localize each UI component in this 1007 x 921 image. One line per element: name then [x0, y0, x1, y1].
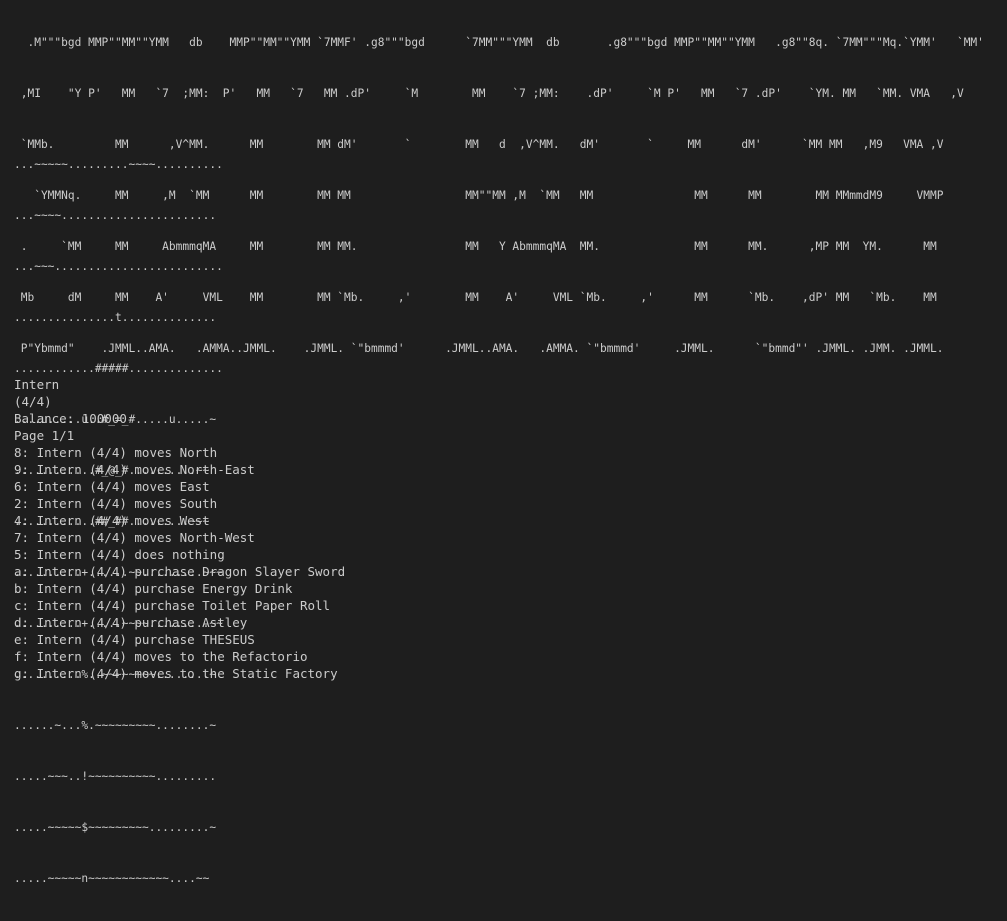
option-do-nothing[interactable]: 5: Intern (4/4) does nothing [14, 546, 345, 563]
unit-hp: (4/4) [14, 394, 52, 409]
map-row: .....~~~~~$~~~~~~~~~.........~ [14, 821, 217, 834]
map-row: ...~~~~....................... [14, 209, 217, 222]
map-row: ......~...%.~~~~~~~~~........~ [14, 719, 217, 732]
banner-line: .M"""bgd MMP""MM""YMM db MMP""MM""YMM `7… [14, 36, 984, 49]
map-row: ...~~~......................... [14, 260, 223, 273]
option-move-west[interactable]: 4: Intern (4/4) moves West [14, 512, 345, 529]
option-purchase-theseus[interactable]: e: Intern (4/4) purchase THESEUS [14, 631, 345, 648]
map-row: ...............t.............. [14, 311, 217, 324]
map-row: ............#####.............. [14, 362, 223, 375]
option-move-to-refactorio[interactable]: f: Intern (4/4) moves to the Refactorio [14, 648, 345, 665]
unit-name: Intern [14, 377, 60, 392]
option-move-north[interactable]: 8: Intern (4/4) moves North [14, 444, 345, 461]
balance-readout: Balance: 100000 [14, 411, 127, 426]
terminal-window: .M"""bgd MMP""MM""YMM db MMP""MM""YMM `7… [0, 0, 1007, 885]
option-move-north-west[interactable]: 7: Intern (4/4) moves North-West [14, 529, 345, 546]
option-purchase-toilet-paper-roll[interactable]: c: Intern (4/4) purchase Toilet Paper Ro… [14, 597, 345, 614]
option-move-north-east[interactable]: 9: Intern (4/4) moves North-East [14, 461, 345, 478]
option-purchase-dragon-slayer-sword[interactable]: a: Intern (4/4) purchase Dragon Slayer S… [14, 563, 345, 580]
banner-line: ,MI "Y P' MM `7 ;MM: P' MM `7 MM .dP' `M… [14, 87, 964, 100]
map-row: .....~~~..!~~~~~~~~~~......... [14, 770, 217, 783]
option-purchase-astley[interactable]: d: Intern (4/4) purchase Astley [14, 614, 345, 631]
page-indicator: Page 1/1 [14, 428, 75, 443]
map-row: .....~~~~~n~~~~~~~~~~~~....~~ [14, 872, 210, 885]
map-row: ...~~~~~.........~~~~.......... [14, 158, 223, 171]
option-move-east[interactable]: 6: Intern (4/4) moves East [14, 478, 345, 495]
option-move-to-static-factory[interactable]: g: Intern (4/4) moves to the Static Fact… [14, 665, 345, 682]
option-purchase-energy-drink[interactable]: b: Intern (4/4) purchase Energy Drink [14, 580, 345, 597]
option-move-south[interactable]: 2: Intern (4/4) moves South [14, 495, 345, 512]
status-panel: Intern (4/4) Balance: 100000 Page 1/1 8:… [14, 376, 345, 682]
